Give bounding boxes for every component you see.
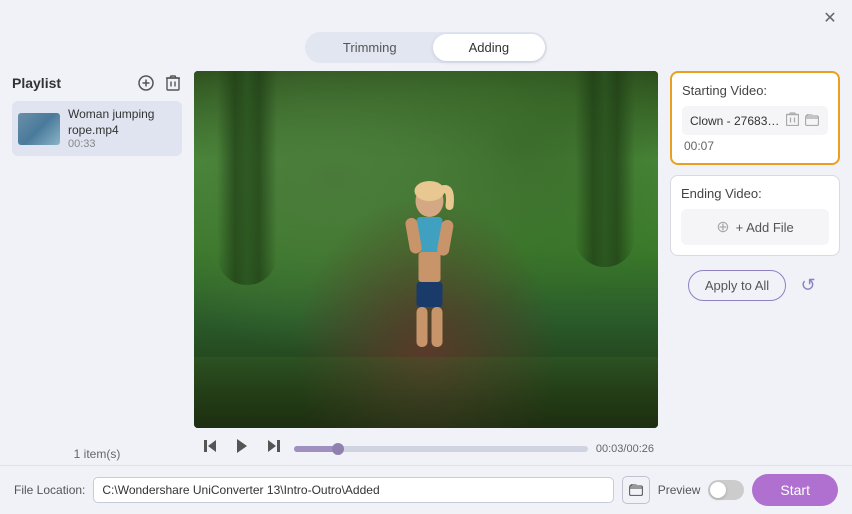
apply-row: Apply to All ↺ (670, 270, 840, 301)
playlist-title: Playlist (12, 75, 61, 91)
tabs-bar: Trimming Adding (0, 32, 852, 63)
tab-trimming[interactable]: Trimming (307, 34, 433, 61)
starting-video-section: Starting Video: Clown - 27683.mp4 (670, 71, 840, 165)
add-file-icon: ⊕ (716, 217, 729, 237)
tree-right-decoration (575, 71, 635, 267)
starting-video-delete-button[interactable] (785, 111, 800, 130)
main-window: ✕ Trimming Adding Playlist (0, 0, 852, 514)
close-button[interactable]: ✕ (820, 8, 840, 28)
add-file-label: + Add File (736, 220, 794, 235)
title-bar: ✕ (0, 0, 852, 32)
add-to-playlist-button[interactable] (136, 73, 156, 93)
person-figure (395, 171, 465, 374)
playlist-actions (136, 73, 182, 93)
time-display: 00:03/00:26 (596, 443, 654, 455)
ending-video-section: Ending Video: ⊕ + Add File (670, 175, 840, 256)
browse-folder-button[interactable] (622, 476, 650, 504)
add-file-button[interactable]: ⊕ + Add File (681, 209, 829, 245)
item-count: 1 item(s) (12, 443, 182, 465)
play-button[interactable] (230, 436, 254, 461)
next-button[interactable] (262, 436, 286, 461)
file-path-input[interactable] (93, 477, 613, 503)
video-player (194, 71, 658, 428)
right-panel: Starting Video: Clown - 27683.mp4 (670, 71, 840, 465)
start-button[interactable]: Start (752, 474, 838, 506)
tab-container: Trimming Adding (305, 32, 547, 63)
playlist-header: Playlist (12, 71, 182, 95)
tree-left-decoration (217, 71, 277, 285)
bottom-bar: File Location: Preview Start (0, 465, 852, 514)
starting-video-duration: 00:07 (682, 139, 828, 153)
left-panel: Playlist (12, 71, 182, 465)
starting-video-label: Starting Video: (682, 83, 828, 98)
playlist-items: Woman jumping rope.mp4 00:33 (12, 101, 182, 437)
ending-video-label: Ending Video: (681, 186, 829, 201)
preview-label: Preview (658, 483, 701, 497)
delete-playlist-button[interactable] (164, 73, 182, 93)
item-info: Woman jumping rope.mp4 00:33 (68, 107, 176, 150)
item-name: Woman jumping rope.mp4 (68, 107, 176, 138)
file-location-label: File Location: (14, 483, 85, 497)
tab-adding[interactable]: Adding (433, 34, 545, 61)
controls-bar: 00:03/00:26 (194, 428, 658, 465)
video-thumbnail (18, 113, 60, 145)
apply-to-all-button[interactable]: Apply to All (688, 270, 786, 301)
item-duration: 00:33 (68, 138, 176, 150)
refresh-button[interactable]: ↺ (794, 272, 822, 300)
starting-video-filename: Clown - 27683.mp4 (690, 114, 781, 128)
list-item[interactable]: Woman jumping rope.mp4 00:33 (12, 101, 182, 156)
progress-bar[interactable] (294, 446, 588, 452)
preview-toggle[interactable] (708, 480, 744, 500)
starting-video-file-row: Clown - 27683.mp4 (682, 106, 828, 135)
toggle-thumb (710, 482, 726, 498)
prev-button[interactable] (198, 436, 222, 461)
main-content: Playlist (0, 71, 852, 465)
video-area: 00:03/00:26 (194, 71, 658, 465)
starting-video-browse-button[interactable] (804, 112, 820, 130)
video-background (194, 71, 658, 428)
progress-thumb (332, 443, 344, 455)
